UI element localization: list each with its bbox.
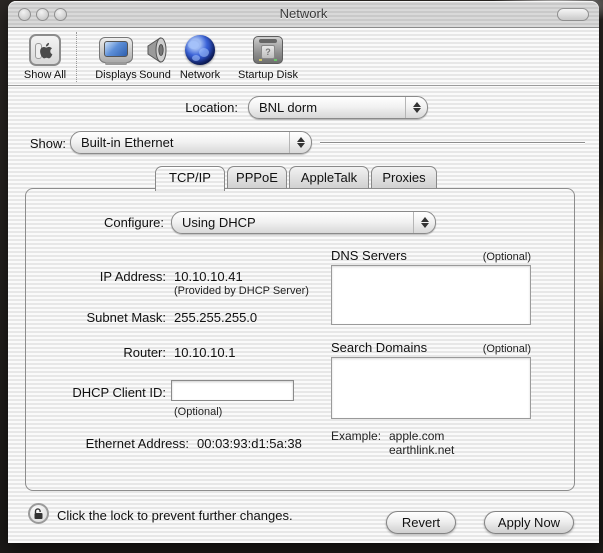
- example-label: Example:: [331, 429, 381, 443]
- toolbar-item-sound[interactable]: Sound: [135, 32, 175, 81]
- search-domains-label: Search Domains: [331, 340, 427, 355]
- subnet-mask-value: 255.255.255.0: [174, 310, 257, 325]
- tab-pppoe[interactable]: PPPoE: [227, 166, 287, 189]
- toolbar-label: Sound: [135, 69, 175, 81]
- dhcp-client-id-label: DHCP Client ID:: [46, 385, 166, 400]
- toolbar-label: Network: [174, 69, 226, 81]
- ip-address-value: 10.10.10.41: [174, 269, 243, 284]
- startup-disk-icon: ?: [253, 36, 283, 64]
- ethernet-address-label: Ethernet Address:: [46, 436, 189, 451]
- lock-hint-text: Click the lock to prevent further change…: [57, 508, 293, 523]
- router-label: Router:: [46, 345, 166, 360]
- toolbar-separator: [76, 32, 77, 82]
- preferences-toolbar: Show All Displays Sound: [8, 28, 599, 86]
- location-popup[interactable]: BNL dorm: [248, 96, 428, 119]
- show-popup[interactable]: Built-in Ethernet: [70, 131, 312, 154]
- show-label: Show:: [22, 136, 66, 151]
- search-domains-header: Search Domains (Optional): [331, 340, 531, 355]
- toolbar-label: Startup Disk: [230, 69, 306, 81]
- toolbar-item-network[interactable]: Network: [174, 32, 226, 81]
- titlebar[interactable]: Network: [8, 1, 599, 28]
- unlocked-padlock-icon: [33, 508, 44, 520]
- configure-popup-value: Using DHCP: [172, 215, 413, 230]
- show-popup-value: Built-in Ethernet: [71, 135, 289, 150]
- tab-tcpip[interactable]: TCP/IP: [155, 166, 225, 191]
- popup-arrows-icon: [413, 212, 435, 233]
- configure-popup[interactable]: Using DHCP: [171, 211, 436, 234]
- example-line1: apple.com: [389, 429, 444, 443]
- desktop: Network Show All Displays: [0, 0, 603, 553]
- show-divider: [320, 142, 585, 143]
- displays-icon: [99, 37, 133, 63]
- network-globe-icon: [185, 35, 215, 65]
- toolbar-label: Show All: [16, 69, 74, 81]
- dns-servers-label: DNS Servers: [331, 248, 407, 263]
- search-optional-note: (Optional): [483, 343, 531, 355]
- ip-address-label: IP Address:: [46, 269, 166, 284]
- ethernet-address-value: 00:03:93:d1:5a:38: [197, 436, 302, 451]
- dns-optional-note: (Optional): [483, 251, 531, 263]
- tab-proxies[interactable]: Proxies: [371, 166, 437, 189]
- revert-button[interactable]: Revert: [386, 511, 456, 534]
- sound-icon: [140, 35, 170, 65]
- configure-label: Configure:: [54, 215, 164, 230]
- location-label: Location:: [158, 100, 238, 115]
- apple-icon: [29, 34, 61, 66]
- popup-arrows-icon: [405, 97, 427, 118]
- dns-servers-field[interactable]: [331, 265, 531, 325]
- search-domains-field[interactable]: [331, 357, 531, 419]
- dns-servers-header: DNS Servers (Optional): [331, 248, 531, 263]
- window-title: Network: [8, 6, 599, 21]
- tcpip-panel: Configure: Using DHCP IP Address: 10.10.…: [25, 188, 575, 491]
- apply-now-button[interactable]: Apply Now: [484, 511, 574, 534]
- location-popup-value: BNL dorm: [249, 100, 405, 115]
- tab-appletalk[interactable]: AppleTalk: [289, 166, 369, 189]
- toolbar-toggle-button[interactable]: [557, 8, 589, 21]
- network-preferences-window: Network Show All Displays: [8, 1, 599, 543]
- example-line2: earthlink.net: [389, 443, 454, 457]
- toolbar-item-startup-disk[interactable]: ? Startup Disk: [230, 32, 306, 81]
- dhcp-client-id-input[interactable]: [171, 380, 294, 401]
- ip-address-note: (Provided by DHCP Server): [174, 285, 309, 297]
- popup-arrows-icon: [289, 132, 311, 153]
- dhcp-optional-note: (Optional): [174, 406, 222, 418]
- router-value: 10.10.10.1: [174, 345, 235, 360]
- lock-button[interactable]: [28, 503, 49, 524]
- toolbar-item-show-all[interactable]: Show All: [16, 32, 74, 81]
- subnet-mask-label: Subnet Mask:: [46, 310, 166, 325]
